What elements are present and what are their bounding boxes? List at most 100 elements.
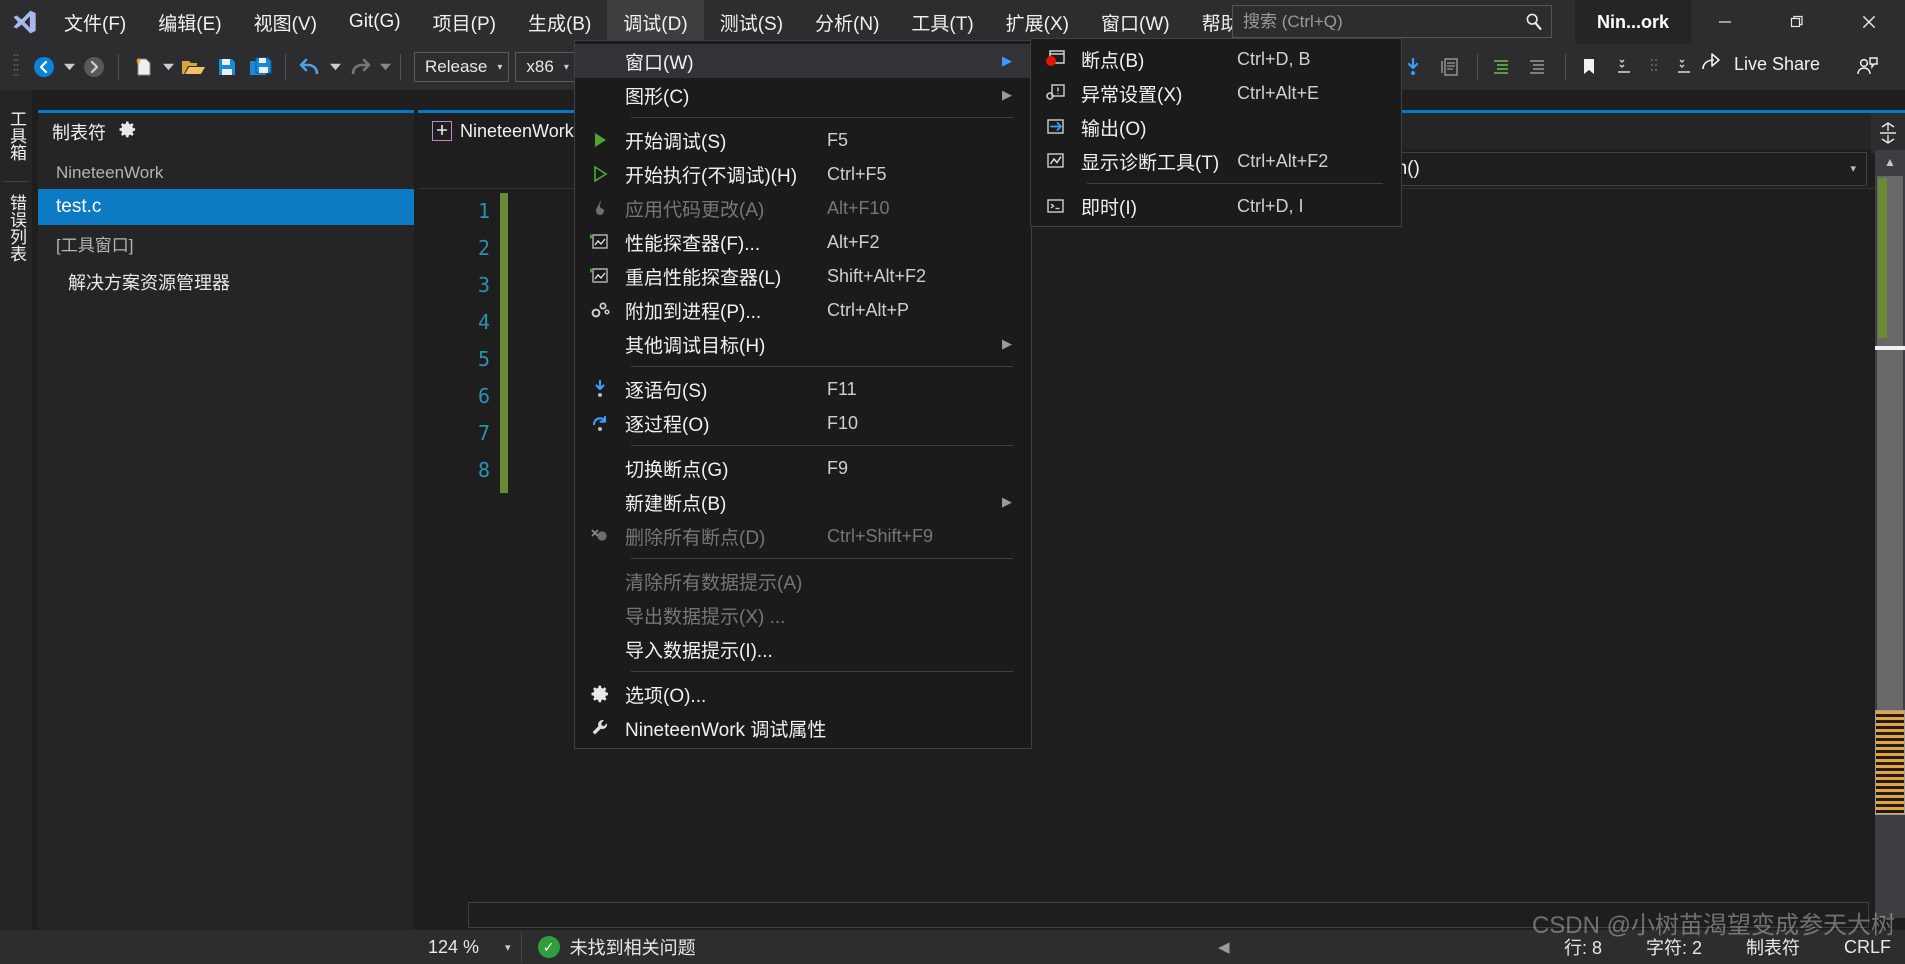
- restore-icon[interactable]: [1761, 0, 1833, 44]
- decrease-indent-icon[interactable]: [1520, 50, 1554, 84]
- menu-item-attach-to-process[interactable]: 附加到进程(P)... Ctrl+Alt+P: [575, 293, 1031, 327]
- menu-file[interactable]: 文件(F): [48, 0, 142, 44]
- navigate-forward-icon[interactable]: [77, 50, 111, 84]
- toolbar-grip[interactable]: [9, 52, 23, 82]
- menu-item-shortcut: Ctrl+Alt+P: [827, 299, 910, 320]
- caret-position-marker: [1875, 346, 1905, 350]
- solution-platform-value: x86: [526, 57, 554, 76]
- submenu-item-show-diagnostic-tools[interactable]: 显示诊断工具(T) Ctrl+Alt+F2: [1031, 144, 1401, 178]
- menu-item-relaunch-performance-profiler[interactable]: 重启性能探查器(L) Shift+Alt+F2: [575, 259, 1031, 293]
- menu-debug[interactable]: 调试(D): [607, 0, 704, 44]
- open-file-icon[interactable]: [176, 50, 210, 84]
- step-into-icon: [575, 379, 625, 399]
- undo-icon[interactable]: [293, 50, 327, 84]
- menu-git[interactable]: Git(G): [333, 0, 417, 44]
- menu-separator: [631, 445, 1013, 446]
- next-bookmark-icon[interactable]: [1608, 50, 1642, 84]
- save-all-icon[interactable]: [244, 50, 278, 84]
- tool-window-body: NineteenWork test.c [工具窗口] 解决方案资源管理器: [38, 151, 414, 302]
- exception-settings-icon: [1031, 83, 1081, 103]
- live-share-button[interactable]: Live Share: [1700, 50, 1820, 79]
- menu-item-debug-properties[interactable]: NineteenWork 调试属性: [575, 711, 1031, 745]
- menu-item-windows[interactable]: 窗口(W) ▶: [575, 44, 1031, 78]
- editor-tab-nineteenwork[interactable]: NineteenWork: [418, 113, 588, 149]
- change-indicator-bar: [500, 193, 508, 493]
- status-issues[interactable]: ✓ 未找到相关问题: [522, 934, 712, 960]
- editor-horizontal-scrollbar[interactable]: [468, 902, 1869, 928]
- title-bar: 文件(F) 编辑(E) 视图(V) Git(G) 项目(P) 生成(B) 调试(…: [0, 0, 1905, 44]
- menu-item-label: 清除所有数据提示(A): [625, 572, 803, 594]
- solution-configuration-combo[interactable]: Release ▾: [414, 52, 510, 82]
- menu-item-step-into[interactable]: 逐语句(S) F11: [575, 372, 1031, 406]
- solution-platform-combo[interactable]: x86 ▾: [515, 52, 576, 82]
- zoom-level-combo[interactable]: 124 % ▾: [418, 932, 522, 962]
- status-bar-right: 行: 8 字符: 2 制表符 CRLF: [1564, 934, 1891, 960]
- menu-build[interactable]: 生成(B): [512, 0, 607, 44]
- search-box[interactable]: [1232, 5, 1552, 38]
- submenu-item-label: 即时(I): [1081, 197, 1137, 219]
- redo-icon[interactable]: [343, 50, 377, 84]
- status-tabs-mode: 制表符: [1745, 938, 1800, 958]
- menu-item-new-breakpoint[interactable]: 新建断点(B) ▶: [575, 485, 1031, 519]
- menu-item-start-without-debugging[interactable]: 开始执行(不调试)(H) Ctrl+F5: [575, 157, 1031, 191]
- menu-item-step-over[interactable]: 逐过程(O) F10: [575, 406, 1031, 440]
- new-item-icon[interactable]: [126, 50, 160, 84]
- menu-project[interactable]: 项目(P): [417, 0, 512, 44]
- bookmark-icon[interactable]: [1572, 50, 1606, 84]
- debug-windows-submenu: 断点(B) Ctrl+D, B 异常设置(X) Ctrl+Alt+E 输出(O)…: [1030, 38, 1402, 227]
- minimize-icon[interactable]: [1689, 0, 1761, 44]
- menu-item-toggle-breakpoint[interactable]: 切换断点(G) F9: [575, 451, 1031, 485]
- submenu-item-breakpoints[interactable]: 断点(B) Ctrl+D, B: [1031, 42, 1401, 76]
- submenu-item-immediate[interactable]: 即时(I) Ctrl+D, I: [1031, 189, 1401, 223]
- menu-item-options[interactable]: 选项(O)...: [575, 677, 1031, 711]
- increase-indent-icon[interactable]: [1484, 50, 1518, 84]
- menu-item-start-debugging[interactable]: 开始调试(S) F5: [575, 123, 1031, 157]
- clear-bookmarks-icon[interactable]: [1668, 50, 1702, 84]
- menu-item-label: NineteenWork 调试属性: [625, 719, 827, 741]
- vertical-scrollbar[interactable]: ▲: [1875, 150, 1905, 918]
- menu-item-graphics[interactable]: 图形(C) ▶: [575, 78, 1031, 112]
- play-icon: [575, 131, 625, 149]
- save-icon[interactable]: [210, 50, 244, 84]
- split-editor-icon[interactable]: [1871, 113, 1905, 153]
- navigate-backward-caret-icon[interactable]: [61, 50, 77, 84]
- menu-view[interactable]: 视图(V): [238, 0, 333, 44]
- file-item-test-c[interactable]: test.c: [38, 189, 414, 225]
- menu-edit[interactable]: 编辑(E): [142, 0, 237, 44]
- breakpoint-window-icon: [1031, 49, 1081, 69]
- scroll-up-icon[interactable]: ▲: [1875, 150, 1905, 174]
- menu-item-label: 性能探查器(F)...: [625, 233, 761, 255]
- live-share-icon: [1700, 50, 1726, 79]
- menu-item-shortcut: Alt+F2: [827, 231, 880, 252]
- menu-item-performance-profiler[interactable]: 性能探查器(F)... Alt+F2: [575, 225, 1031, 259]
- submenu-item-output[interactable]: 输出(O): [1031, 110, 1401, 144]
- search-input[interactable]: [1243, 11, 1523, 32]
- close-icon[interactable]: [1833, 0, 1905, 44]
- tool-window-item-solution-explorer[interactable]: 解决方案资源管理器: [38, 262, 414, 302]
- gear-icon[interactable]: [118, 120, 137, 144]
- status-column: 字符: 2: [1645, 938, 1702, 958]
- comment-selection-icon[interactable]: [1432, 50, 1466, 84]
- navigation-member-value: main(): [1366, 158, 1840, 180]
- navigation-member-combo[interactable]: main() ▾: [1327, 151, 1867, 186]
- submenu-item-exception-settings[interactable]: 异常设置(X) Ctrl+Alt+E: [1031, 76, 1401, 110]
- navigate-backward-icon[interactable]: [27, 50, 61, 84]
- submenu-arrow-icon: ▶: [1002, 87, 1012, 102]
- menu-analyze[interactable]: 分析(N): [799, 0, 895, 44]
- redo-caret-icon[interactable]: [377, 50, 393, 84]
- status-prev-issue-icon[interactable]: ◀: [1218, 938, 1230, 956]
- menu-item-label: 逐过程(O): [625, 414, 710, 436]
- menu-item-other-debug-targets[interactable]: 其他调试目标(H) ▶: [575, 327, 1031, 361]
- menu-item-import-datatips[interactable]: 导入数据提示(I)...: [575, 632, 1031, 666]
- menu-item-label: 选项(O)...: [625, 685, 707, 707]
- undo-caret-icon[interactable]: [327, 50, 343, 84]
- project-name: NineteenWork: [56, 163, 164, 182]
- sidebar-item-toolbox[interactable]: 工具箱: [3, 98, 29, 173]
- menu-test[interactable]: 测试(S): [704, 0, 799, 44]
- debug-menu-dropdown: 窗口(W) ▶ 图形(C) ▶ 开始调试(S) F5 开始执行(不调试)(H) …: [574, 40, 1032, 749]
- sidebar-item-error-list[interactable]: 错误列表: [3, 181, 29, 274]
- send-feedback-icon[interactable]: [1850, 50, 1884, 84]
- new-item-caret-icon[interactable]: [160, 50, 176, 84]
- submenu-arrow-icon: ▶: [1002, 494, 1012, 509]
- menu-tools[interactable]: 工具(T): [895, 0, 989, 44]
